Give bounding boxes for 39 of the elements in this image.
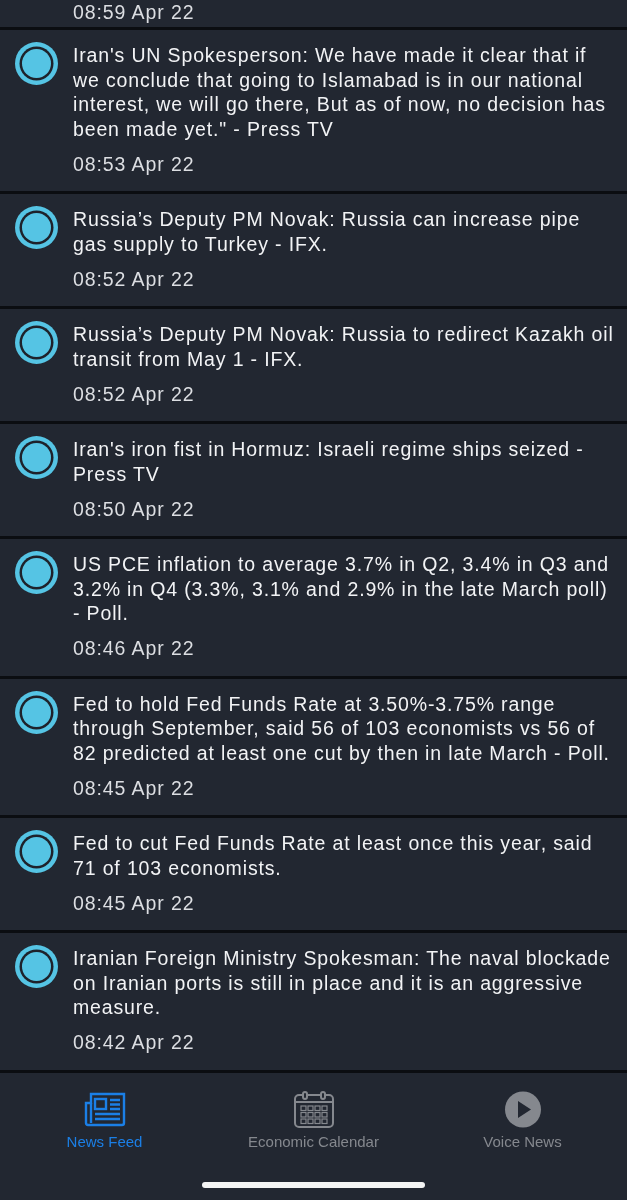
news-item[interactable] (0, 30, 627, 191)
ring-dot-icon (15, 945, 58, 988)
timestamp: 08:42 Apr 22 (73, 1030, 195, 1055)
headline: Iran's UN Spokesperson: We have made it clear that if we conclude that going to Islamabad is in our national interest, we will go there, But as of now, no decision has been made yet." - Press TV (73, 43, 607, 141)
timestamp: 08:59 Apr 22 (73, 0, 195, 25)
tab-button[interactable]: Economic Calendar (244, 1090, 383, 1151)
news-item[interactable]: Iran's iron fist in Hormuz: Israeli regime ships seized - Press TV 08:50 Apr 22 (0, 424, 627, 536)
headline: Russia’s Deputy PM Novak: Russia to redirect Kazakh oil transit from May 1 - IFX. (73, 322, 615, 371)
timestamp: 08:50 Apr 22 (73, 496, 195, 521)
tab-button[interactable]: News Feed (62, 1090, 147, 1151)
timestamp: 08:46 Apr 22 (73, 636, 195, 661)
calendar-icon (291, 1090, 336, 1128)
news-item[interactable]: Fed to hold Fed Funds Rate at 3.50%-3.75% range through September, said 56 of 103 economists vs 56 of 82 predicted at least one cut by then in late March - Poll. 08:45 Apr 22 (0, 678, 627, 815)
timestamp: 08:52 Apr 22 (73, 381, 195, 406)
headline: Iranian Foreign Ministry Spokesman: The naval blockade on Iranian ports is still in place and it is an aggressive measure. (73, 946, 612, 1020)
ring-dot-icon (15, 436, 58, 479)
ring-dot-icon (15, 42, 58, 85)
timestamp: 08:45 Apr 22 (73, 890, 195, 915)
timestamp: 08:45 Apr 22 (73, 775, 195, 800)
timestamp: 08:53 Apr 22 (73, 151, 195, 176)
news-item[interactable]: Russia’s Deputy PM Novak: Russia to redirect Kazakh oil transit from May 1 - IFX. 08:52 Apr 22 (0, 309, 627, 421)
newspaper-icon (82, 1090, 127, 1128)
headline: Iran's iron fist in Hormuz: Israeli regime ships seized - Press TV (73, 437, 585, 486)
ring-dot-icon (15, 690, 58, 734)
news-item[interactable]: Fed to cut Fed Funds Rate at least once this year, said 71 of 103 economists. 08:45 Apr 22 (0, 818, 627, 930)
ring-dot-icon (15, 206, 58, 249)
tab-button[interactable]: Voice News (479, 1090, 566, 1151)
headline: Russia’s Deputy PM Novak: Russia can increase pipe gas supply to Turkey - IFX. (73, 207, 582, 256)
news-item[interactable]: 08:59 Apr 22 (0, 0, 627, 27)
timestamp: 08:52 Apr 22 (73, 266, 195, 291)
news-item[interactable]: US PCE inflation to average 3.7% in Q2, 3.4% in Q3 and 3.2% in Q4 (3.3%, 3.1% and 2.9% in the late March poll) - Poll. 08:46 Apr 22 (0, 539, 627, 676)
headline: Fed to cut Fed Funds Rate at least once this year, said 71 of 103 economists. (73, 831, 594, 880)
ring-dot-icon (15, 551, 58, 594)
news-item[interactable]: Russia’s Deputy PM Novak: Russia can increase pipe gas supply to Turkey - IFX. 08:52 Apr 22 (0, 194, 627, 306)
ring-dot-icon (15, 321, 58, 364)
news-item[interactable]: Iranian Foreign Ministry Spokesman: The naval blockade on Iranian ports is still in place and it is an aggressive measure. 08:42 Apr 22 (0, 933, 627, 1070)
headline: Fed to hold Fed Funds Rate at 3.50%-3.75% range through September, said 56 of 103 economists vs 56 of 82 predicted at least one cut by then in late March - Poll. (73, 691, 611, 765)
ring-dot-icon (15, 830, 58, 873)
headline: US PCE inflation to average 3.7% in Q2, 3.4% in Q3 and 3.2% in Q4 (3.3%, 3.1% and 2.9% in the late March poll) - Poll. (73, 552, 610, 626)
